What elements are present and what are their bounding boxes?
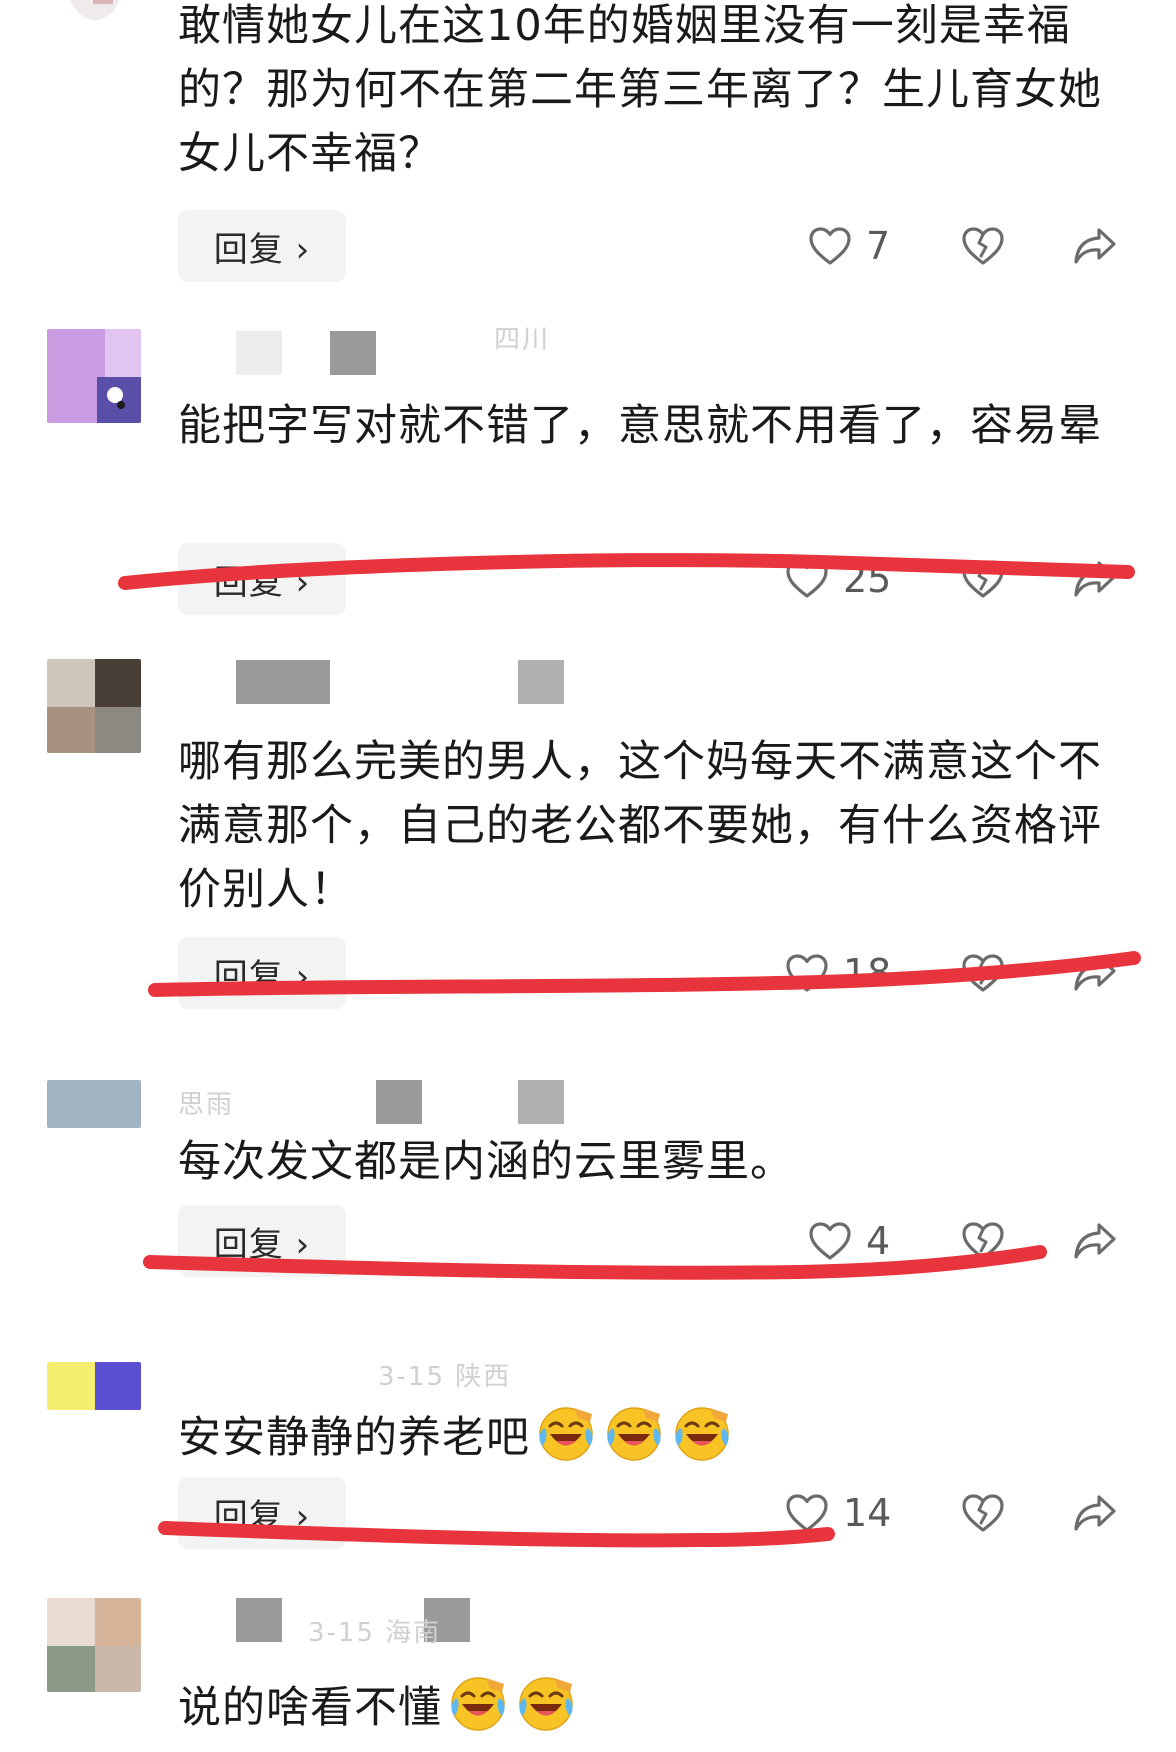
- avatar[interactable]: [47, 1362, 141, 1410]
- avatar[interactable]: [47, 0, 141, 20]
- heart-icon: [786, 560, 828, 598]
- broken-heart-icon: [962, 1222, 1004, 1260]
- comment-text: 能把字写对就不错了，意思就不用看了，容易晕: [178, 401, 1102, 451]
- laughing-crying-emoji: [670, 1400, 734, 1464]
- broken-heart-icon: [962, 227, 1004, 265]
- dislike-button[interactable]: [958, 937, 1008, 1009]
- share-arrow-icon: [1074, 228, 1116, 264]
- comment-text: 安安静静的养老吧: [178, 1400, 1118, 1470]
- like-button[interactable]: 14: [785, 1477, 891, 1549]
- share-arrow-icon: [1074, 955, 1116, 991]
- emoji-row: [530, 1407, 734, 1463]
- like-button[interactable]: 4: [808, 1205, 890, 1277]
- comment-text-body: 说的啥看不懂: [178, 1683, 442, 1733]
- laughing-crying-emoji: [534, 1400, 598, 1464]
- broken-heart-icon: [962, 954, 1004, 992]
- comment-location: 思雨: [178, 1090, 235, 1120]
- comment-item: 敢情她女儿在这10年的婚姻里没有一刻是幸福的？那为何不在第二年第三年离了？生儿育…: [0, 0, 1176, 282]
- comment-location: 四川: [494, 325, 551, 355]
- laughing-crying-emoji: [514, 1670, 578, 1734]
- share-arrow-icon: [1074, 561, 1116, 597]
- heart-icon: [809, 1222, 851, 1260]
- comment-location: 3-15 海南: [308, 1618, 442, 1648]
- dislike-button[interactable]: [958, 1205, 1008, 1277]
- comment-list: 敢情她女儿在这10年的婚姻里没有一刻是幸福的？那为何不在第二年第三年离了？生儿育…: [0, 0, 1176, 1745]
- like-count: 4: [866, 1219, 891, 1263]
- like-button[interactable]: 7: [808, 210, 890, 282]
- like-button[interactable]: 25: [785, 543, 891, 615]
- comment-meta: 思雨: [178, 1080, 678, 1124]
- share-button[interactable]: [1070, 937, 1120, 1009]
- heart-icon: [809, 227, 851, 265]
- share-button[interactable]: [1070, 543, 1120, 615]
- avatar[interactable]: [47, 659, 141, 753]
- reply-button[interactable]: 回复 ›: [178, 937, 346, 1009]
- dislike-button[interactable]: [958, 1477, 1008, 1549]
- avatar[interactable]: [47, 329, 141, 423]
- share-button[interactable]: [1070, 1477, 1120, 1549]
- share-arrow-icon: [1074, 1223, 1116, 1259]
- heart-icon: [786, 1494, 828, 1532]
- comment-text: 说的啥看不懂: [178, 1670, 1118, 1740]
- avatar[interactable]: [47, 1598, 141, 1692]
- reply-button[interactable]: 回复 ›: [178, 210, 346, 282]
- dislike-button[interactable]: [958, 543, 1008, 615]
- reply-button[interactable]: 回复 ›: [178, 1477, 346, 1549]
- heart-icon: [786, 954, 828, 992]
- reply-button[interactable]: 回复 ›: [178, 1205, 346, 1277]
- laughing-crying-emoji: [602, 1400, 666, 1464]
- comment-text: 敢情她女儿在这10年的婚姻里没有一刻是幸福的？那为何不在第二年第三年离了？生儿育…: [178, 1, 1102, 179]
- reply-button[interactable]: 回复 ›: [178, 543, 346, 615]
- share-arrow-icon: [1074, 1495, 1116, 1531]
- avatar[interactable]: [47, 1080, 141, 1128]
- comment-meta: 四川: [178, 325, 678, 375]
- like-count: 18: [843, 951, 892, 995]
- laughing-crying-emoji: [446, 1670, 510, 1734]
- emoji-row: [442, 1677, 578, 1733]
- share-button[interactable]: [1070, 1205, 1120, 1277]
- comment-meta: [178, 660, 678, 704]
- comment-meta: 3-15 陕西: [178, 1352, 678, 1396]
- share-button[interactable]: [1070, 210, 1120, 282]
- comment-meta: 3-15 海南: [178, 1598, 678, 1648]
- comment-text: 哪有那么完美的男人，这个妈每天不满意这个不满意那个，自己的老公都不要她，有什么资…: [178, 737, 1102, 915]
- like-button[interactable]: 18: [785, 937, 891, 1009]
- broken-heart-icon: [962, 560, 1004, 598]
- like-count: 25: [843, 557, 892, 601]
- broken-heart-icon: [962, 1494, 1004, 1532]
- like-count: 7: [866, 224, 891, 268]
- like-count: 14: [843, 1491, 892, 1535]
- dislike-button[interactable]: [958, 210, 1008, 282]
- comment-location: 3-15 陕西: [378, 1362, 512, 1392]
- comment-text-body: 安安静静的养老吧: [178, 1413, 530, 1463]
- comment-text: 每次发文都是内涵的云里雾里。: [178, 1137, 794, 1187]
